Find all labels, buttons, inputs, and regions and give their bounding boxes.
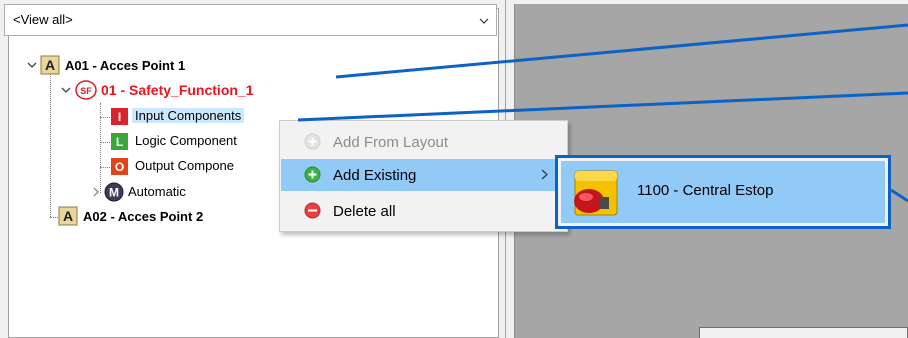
tree-node-label: Input Components [132,108,245,123]
submenu-arrow-icon [541,169,548,180]
menu-item-add-from-layout[interactable]: Add From Layout [281,126,566,158]
tree-node-label: Logic Component [135,133,237,148]
remove-icon [304,202,321,219]
automatic-mode-icon: M [104,182,124,202]
submenu-item-label: 1100 - Central Estop [637,182,774,199]
tree-connector [50,217,58,218]
logic-components-icon: L [111,133,128,150]
tree-node-label: Automatic [128,184,186,199]
tree-node-output-components[interactable]: Output Compone [135,156,234,176]
chevron-down-icon [479,18,489,24]
menu-item-delete-all[interactable]: Delete all [281,195,566,227]
tree-node-input-components[interactable]: Input Components [132,106,245,126]
tree-node-access-point-1[interactable]: A01 - Acces Point 1 [65,56,185,76]
tree-node-safety-function[interactable]: 01 - Safety_Function_1 [101,80,254,100]
tree-node-logic-components[interactable]: Logic Component [135,131,237,151]
access-point-icon: A [58,206,78,226]
view-filter-value: <View all> [13,12,73,27]
add-icon [304,166,321,183]
menu-item-label: Delete all [333,203,396,220]
menu-item-label: Add From Layout [333,134,449,151]
svg-text:L: L [116,135,123,149]
safety-function-icon: SF [75,80,97,100]
tree-connector [50,72,51,217]
svg-text:M: M [109,186,119,200]
tree-connector [100,167,110,168]
collapse-icon[interactable] [61,85,71,95]
menu-item-label: Add Existing [333,167,417,184]
input-components-icon: I [111,108,128,125]
tree-node-label: 01 - Safety_Function_1 [101,82,254,98]
svg-text:A: A [45,57,55,73]
svg-text:I: I [118,110,121,124]
tree-node-access-point-2[interactable]: A02 - Acces Point 2 [83,207,203,227]
access-point-icon: A [40,55,60,75]
emergency-stop-icon [574,170,618,216]
expand-icon[interactable] [91,187,101,197]
svg-text:SF: SF [80,86,92,96]
add-icon [304,133,321,150]
collapse-icon[interactable] [27,60,37,70]
tree-node-label: A01 - Acces Point 1 [65,58,186,73]
context-menu: Add From Layout Add Existing Delete all [279,120,568,232]
view-filter-dropdown[interactable]: <View all> [4,4,497,36]
tree-connector [100,117,110,118]
workspace-panel-edge [699,327,908,338]
submenu: 1100 - Central Estop [555,155,891,229]
submenu-item-central-estop[interactable]: 1100 - Central Estop [561,161,885,223]
svg-text:O: O [115,160,124,174]
menu-item-add-existing[interactable]: Add Existing [281,159,566,191]
tree-node-label: Output Compone [135,158,235,173]
output-components-icon: O [111,158,128,175]
svg-text:A: A [63,208,73,224]
tree-node-label: A02 - Acces Point 2 [83,209,204,224]
tree-connector [100,142,110,143]
tree-node-automatic[interactable]: Automatic [128,182,186,202]
